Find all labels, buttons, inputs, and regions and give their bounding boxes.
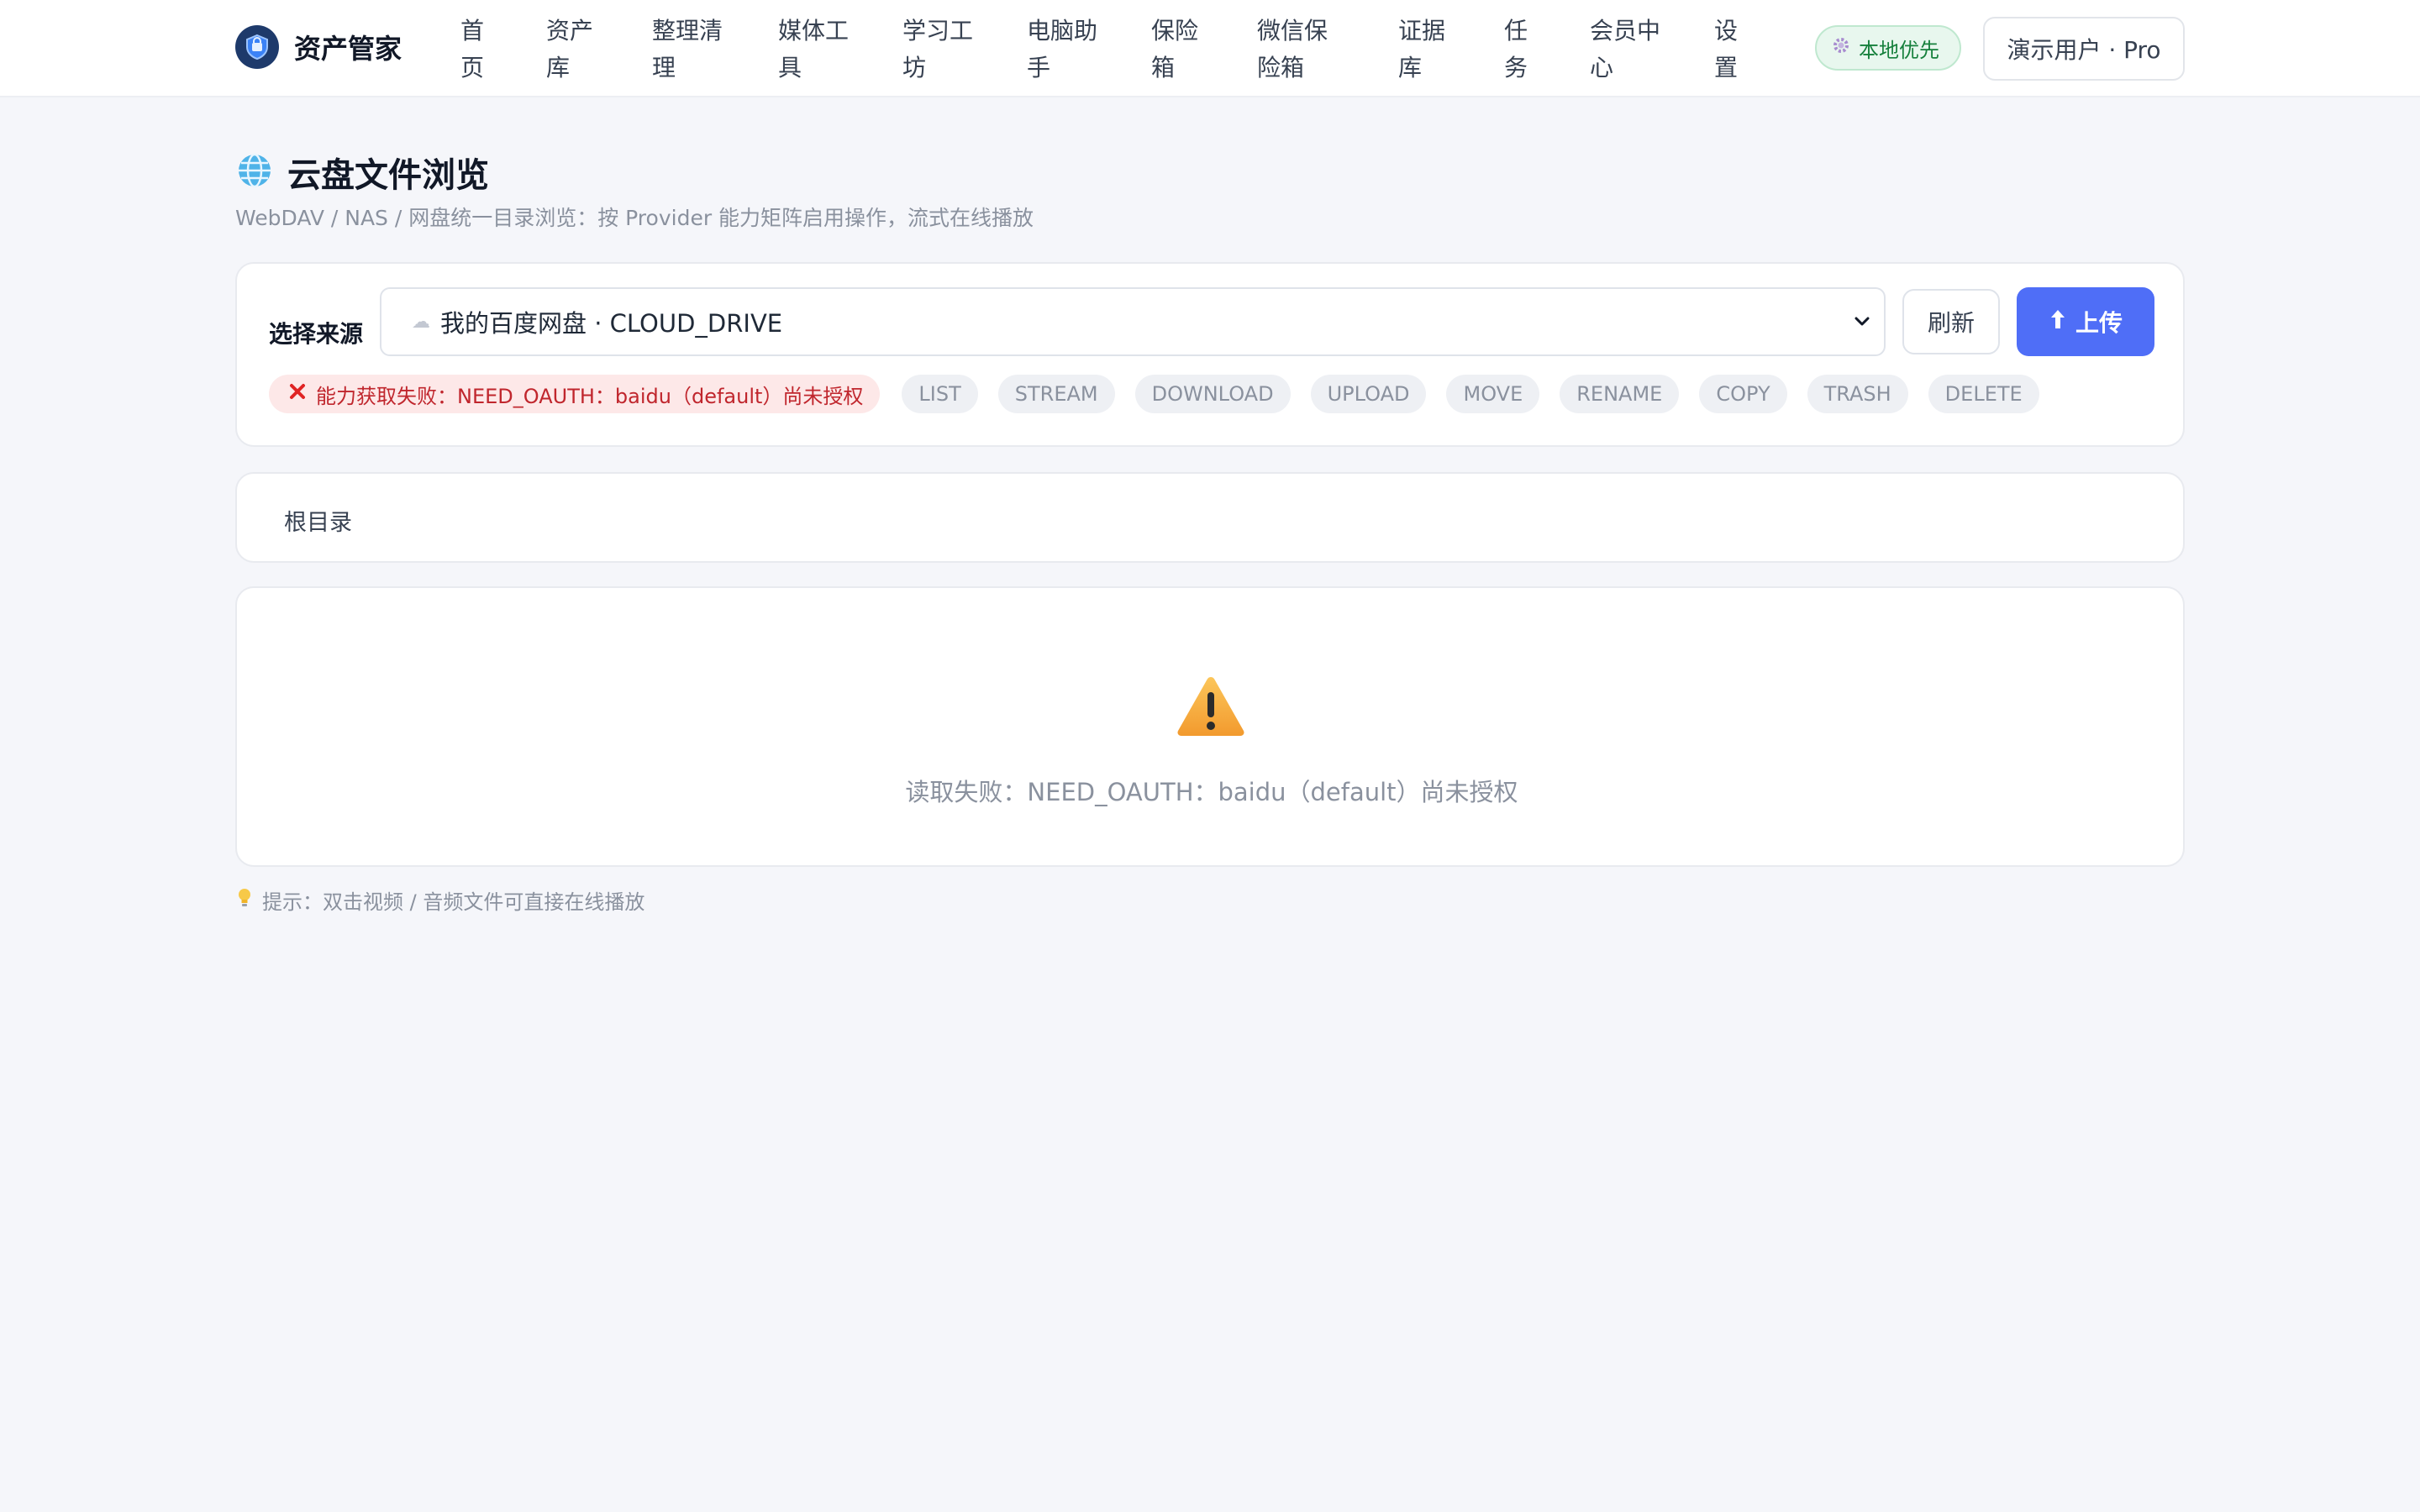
nav-item-pc-assistant[interactable]: 电脑助手 bbox=[1027, 13, 1102, 87]
nav-item-settings[interactable]: 设置 bbox=[1714, 13, 1741, 87]
capability-tag-stream: STREAM bbox=[997, 375, 1115, 413]
source-select-value: 我的百度网盘 · CLOUD_DRIVE bbox=[440, 309, 783, 338]
file-list-panel: 读取失败：NEED_OAUTH：baidu（default）尚未授权 bbox=[235, 586, 2185, 867]
nav-item-home[interactable]: 首页 bbox=[460, 13, 487, 87]
local-first-label: 本地优先 bbox=[1859, 38, 1939, 62]
capability-tag-trash: TRASH bbox=[1807, 375, 1908, 413]
capability-tag-download: DOWNLOAD bbox=[1134, 375, 1291, 413]
local-first-badge: 本地优先 bbox=[1815, 25, 1961, 71]
capability-tag-list: LIST bbox=[902, 375, 978, 413]
nav-item-wechat-vault[interactable]: 微信保险箱 bbox=[1257, 13, 1333, 87]
capability-tag-delete: DELETE bbox=[1928, 375, 2039, 413]
nav-item-member-center[interactable]: 会员中心 bbox=[1590, 13, 1665, 87]
app-name: 资产管家 bbox=[294, 33, 402, 65]
capability-tag-copy: COPY bbox=[1699, 375, 1787, 413]
source-select[interactable]: ☁ 我的百度网盘 · CLOUD_DRIVE bbox=[380, 287, 1886, 356]
error-x-icon bbox=[287, 381, 308, 407]
nav-item-asset-library[interactable]: 资产库 bbox=[546, 13, 597, 87]
playback-hint: 提示：双击视频 / 音频文件可直接在线播放 bbox=[237, 885, 644, 915]
hint-text: 提示：双击视频 / 音频文件可直接在线播放 bbox=[262, 890, 645, 914]
capability-tag-move: MOVE bbox=[1446, 375, 1540, 413]
capability-tags: 能力获取失败：NEED_OAUTH：baidu（default）尚未授权 LIS… bbox=[269, 375, 2060, 413]
nav-item-organize-clean[interactable]: 整理清理 bbox=[652, 13, 728, 87]
page-subtitle: WebDAV / NAS / 网盘统一目录浏览：按 Provider 能力矩阵启… bbox=[235, 206, 1034, 230]
lightbulb-icon bbox=[237, 888, 252, 913]
page-header: 云盘文件浏览 bbox=[237, 148, 489, 197]
capability-tag-upload: UPLOAD bbox=[1310, 375, 1427, 413]
nav-item-evidence-library[interactable]: 证据库 bbox=[1398, 13, 1449, 87]
main-nav: 首页 资产库 整理清理 媒体工具 学习工坊 电脑助手 保险箱 微信保险箱 证据库… bbox=[460, 12, 1741, 87]
capability-error-text: 能力获取失败：NEED_OAUTH：baidu（default）尚未授权 bbox=[316, 384, 864, 408]
breadcrumb-root[interactable]: 根目录 bbox=[284, 504, 352, 537]
top-navigation-bar: 资产管家 首页 资产库 整理清理 媒体工具 学习工坊 电脑助手 保险箱 微信保险… bbox=[0, 0, 2420, 97]
upload-label: 上传 bbox=[2075, 309, 2123, 337]
user-menu-button[interactable]: 演示用户 · Pro bbox=[1983, 17, 2185, 81]
breadcrumb: 根目录 bbox=[235, 472, 2185, 563]
cloud-icon: ☁ bbox=[412, 311, 430, 333]
capability-error-badge: 能力获取失败：NEED_OAUTH：baidu（default）尚未授权 bbox=[269, 375, 881, 413]
warning-icon bbox=[1175, 674, 1247, 741]
source-card: 选择来源 ☁ 我的百度网盘 · CLOUD_DRIVE 刷新 上传 能力获取失败… bbox=[235, 262, 2185, 447]
empty-state-message: 读取失败：NEED_OAUTH：baidu（default）尚未授权 bbox=[905, 778, 1518, 806]
nav-item-tasks[interactable]: 任务 bbox=[1504, 13, 1531, 87]
nav-item-learning-workshop[interactable]: 学习工坊 bbox=[902, 13, 978, 87]
nav-item-media-tools[interactable]: 媒体工具 bbox=[778, 13, 854, 87]
upload-button[interactable]: 上传 bbox=[2017, 287, 2154, 356]
brand[interactable]: 资产管家 bbox=[235, 25, 402, 69]
chevron-down-icon bbox=[1852, 306, 1872, 343]
shield-logo-icon bbox=[235, 25, 279, 69]
page-title: 云盘文件浏览 bbox=[287, 156, 489, 195]
globe-icon bbox=[237, 153, 272, 192]
gear-icon bbox=[1832, 36, 1850, 60]
source-label: 选择来源 bbox=[269, 320, 364, 348]
upload-arrow-icon bbox=[2049, 307, 2067, 337]
nav-item-vault[interactable]: 保险箱 bbox=[1151, 13, 1202, 87]
refresh-button[interactable]: 刷新 bbox=[1902, 289, 2000, 354]
capability-tag-rename: RENAME bbox=[1560, 375, 1680, 413]
